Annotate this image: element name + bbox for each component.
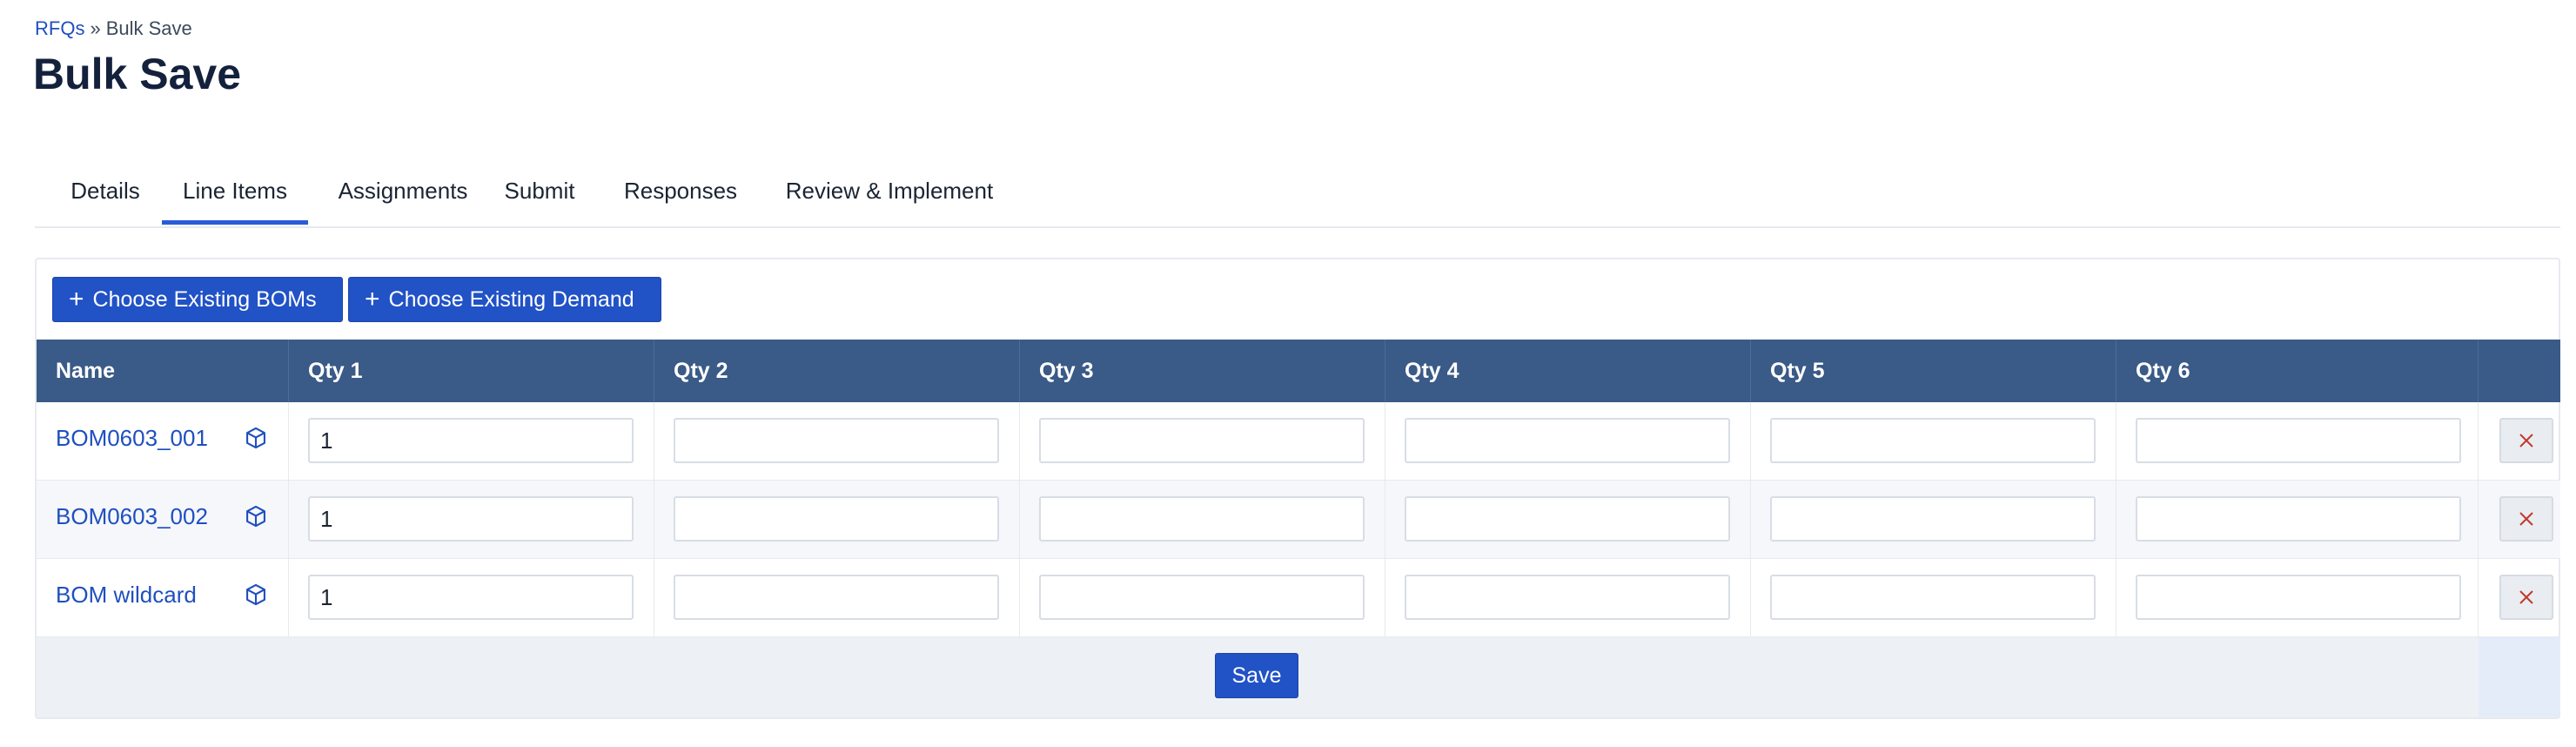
close-icon (2519, 590, 2533, 604)
tab-assignments[interactable]: Assignments (325, 162, 480, 225)
tab-bar: Details Line Items Assignments Submit Re… (35, 162, 2560, 228)
actions-cell (2479, 559, 2560, 637)
qty-6-input[interactable] (2136, 496, 2461, 542)
breadcrumb-link-rfqs[interactable]: RFQs (35, 17, 84, 39)
qty-5-input[interactable] (1770, 575, 2096, 620)
bom-link[interactable]: BOM wildcard (56, 582, 197, 609)
page-title: Bulk Save (33, 50, 242, 98)
qty-1-input[interactable] (308, 496, 634, 542)
qty-2-input[interactable] (674, 418, 999, 463)
qty-cell (1020, 402, 1385, 481)
qty-cell (1751, 481, 2116, 559)
tab-details[interactable]: Details (35, 162, 176, 225)
qty-6-input[interactable] (2136, 418, 2461, 463)
column-header-qty-1: Qty 1 (289, 340, 654, 402)
choose-existing-boms-button[interactable]: + Choose Existing BOMs (52, 277, 343, 322)
qty-cell (289, 402, 654, 481)
column-header-qty-3: Qty 3 (1020, 340, 1385, 402)
qty-3-input[interactable] (1039, 575, 1365, 620)
qty-cell (1751, 559, 2116, 637)
qty-2-input[interactable] (674, 496, 999, 542)
column-header-name: Name (37, 340, 289, 402)
qty-3-input[interactable] (1039, 496, 1365, 542)
name-cell: BOM0603_001 (37, 402, 289, 481)
qty-cell (654, 559, 1020, 637)
tab-review-implement[interactable]: Review & Implement (771, 162, 1008, 225)
breadcrumb-current: Bulk Save (105, 17, 192, 39)
qty-cell (1020, 481, 1385, 559)
qty-1-input[interactable] (308, 575, 634, 620)
qty-1-input[interactable] (308, 418, 634, 463)
tab-responses[interactable]: Responses (611, 162, 750, 225)
tab-line-items[interactable]: Line Items (162, 162, 308, 225)
column-header-qty-5: Qty 5 (1751, 340, 2116, 402)
qty-2-input[interactable] (674, 575, 999, 620)
cube-icon[interactable] (244, 426, 268, 450)
bom-link[interactable]: BOM0603_001 (56, 425, 208, 452)
cube-icon[interactable] (244, 582, 268, 607)
choose-existing-demand-button[interactable]: + Choose Existing Demand (348, 277, 661, 322)
name-cell: BOM wildcard (37, 559, 289, 637)
table-row: BOM0603_001 (37, 402, 2560, 481)
table-row: BOM wildcard (37, 559, 2560, 637)
qty-4-input[interactable] (1405, 496, 1730, 542)
breadcrumb-separator: » (90, 17, 101, 39)
qty-cell (289, 559, 654, 637)
actions-cell (2479, 402, 2560, 481)
qty-cell (654, 402, 1020, 481)
table-row: BOM0603_002 (37, 481, 2560, 559)
name-cell: BOM0603_002 (37, 481, 289, 559)
table-footer: Save (37, 637, 2560, 717)
qty-cell (1751, 402, 2116, 481)
qty-cell (2116, 559, 2479, 637)
plus-icon: + (69, 285, 84, 313)
delete-row-button[interactable] (2499, 418, 2553, 463)
qty-3-input[interactable] (1039, 418, 1365, 463)
choose-existing-demand-label: Choose Existing Demand (388, 286, 634, 312)
line-items-panel: + Choose Existing BOMs + Choose Existing D… (35, 258, 2560, 719)
plus-icon: + (365, 285, 380, 313)
column-header-qty-6: Qty 6 (2116, 340, 2479, 402)
qty-cell (289, 481, 654, 559)
column-header-qty-4: Qty 4 (1385, 340, 1751, 402)
column-header-qty-2: Qty 2 (654, 340, 1020, 402)
close-icon (2519, 512, 2533, 526)
footer-actions-cell (2479, 637, 2560, 717)
save-button[interactable]: Save (1215, 653, 1298, 698)
qty-6-input[interactable] (2136, 575, 2461, 620)
cube-icon[interactable] (244, 504, 268, 528)
qty-4-input[interactable] (1405, 418, 1730, 463)
qty-5-input[interactable] (1770, 418, 2096, 463)
breadcrumb: RFQs » Bulk Save (35, 17, 192, 40)
qty-cell (1385, 481, 1751, 559)
close-icon (2519, 434, 2533, 448)
qty-cell (2116, 481, 2479, 559)
qty-5-input[interactable] (1770, 496, 2096, 542)
tab-submit[interactable]: Submit (496, 162, 583, 225)
qty-4-input[interactable] (1405, 575, 1730, 620)
qty-cell (654, 481, 1020, 559)
delete-row-button[interactable] (2499, 496, 2553, 542)
bom-link[interactable]: BOM0603_002 (56, 503, 208, 530)
qty-cell (2116, 402, 2479, 481)
choose-existing-boms-label: Choose Existing BOMs (92, 286, 317, 312)
table-header: Name Qty 1 Qty 2 Qty 3 Qty 4 Qty 5 Qty 6 (37, 340, 2560, 402)
column-header-actions (2479, 340, 2560, 402)
qty-cell (1020, 559, 1385, 637)
qty-cell (1385, 402, 1751, 481)
actions-cell (2479, 481, 2560, 559)
qty-cell (1385, 559, 1751, 637)
delete-row-button[interactable] (2499, 575, 2553, 620)
